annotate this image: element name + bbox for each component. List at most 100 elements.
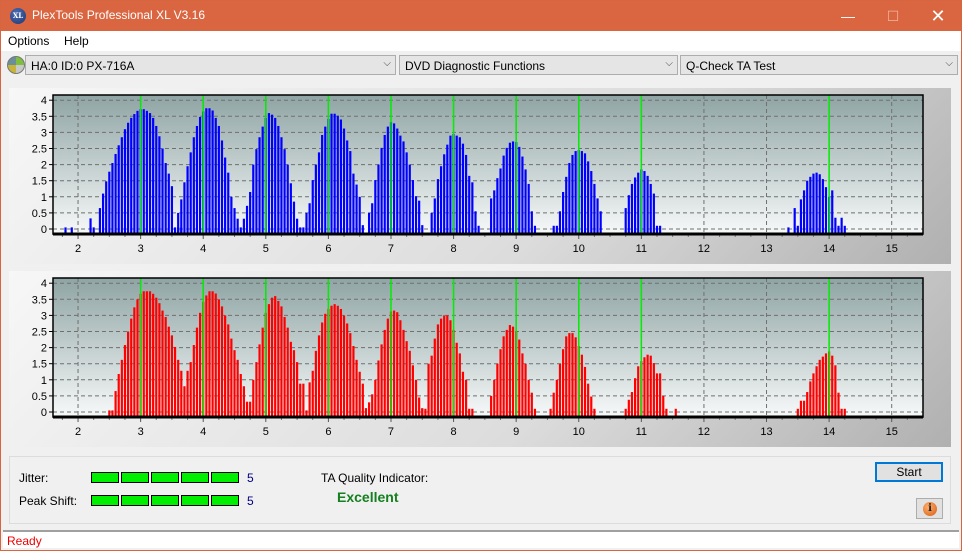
histogram-bar — [289, 341, 292, 417]
histogram-bar — [399, 320, 402, 417]
x-tick-label: 13 — [760, 426, 772, 438]
histogram-bar — [402, 329, 405, 417]
histogram-bar — [593, 183, 596, 234]
histogram-bar — [408, 350, 411, 417]
histogram-bar — [637, 366, 640, 417]
histogram-bar — [292, 350, 296, 417]
x-tick-label: 12 — [698, 243, 710, 255]
histogram-bar — [821, 356, 824, 417]
histogram-bar — [186, 166, 189, 234]
histogram-bar — [493, 190, 496, 234]
x-tick-label: 5 — [263, 426, 269, 438]
histogram-bar — [167, 326, 170, 417]
x-tick-label: 6 — [325, 426, 331, 438]
x-tick-label: 14 — [823, 243, 835, 255]
histogram-bar — [120, 137, 123, 234]
histogram-bar — [496, 178, 499, 234]
histogram-bar — [214, 117, 217, 234]
histogram-bar — [590, 396, 593, 417]
histogram-bar — [177, 359, 180, 417]
y-tick-label: 0.5 — [32, 208, 47, 220]
histogram-bar — [205, 295, 208, 417]
histogram-bar — [336, 305, 339, 417]
x-tick-label: 10 — [573, 243, 585, 255]
upper-chart-panel: 0 0.5 1 1.5 2 2.5 3 3.5 4 2 3 4 5 6 7 8 9 10 11 12 13 14 15 — [9, 88, 951, 264]
histogram-bar — [377, 164, 380, 234]
histogram-bar — [192, 345, 195, 417]
start-button[interactable]: Start — [875, 462, 943, 482]
histogram-bar — [455, 342, 458, 417]
histogram-bar — [164, 162, 167, 234]
histogram-bar — [236, 359, 239, 417]
histogram-bar — [405, 341, 408, 417]
histogram-bar — [427, 363, 430, 417]
histogram-bar — [449, 135, 452, 234]
histogram-bar — [449, 320, 452, 417]
title-bar[interactable]: XL PlexTools Professional XL V3.16 — ☐ ✕ — [1, 1, 961, 31]
jitter-meter-segment — [181, 472, 209, 483]
histogram-bar — [217, 125, 220, 234]
histogram-bar — [630, 183, 634, 234]
histogram-bar — [468, 175, 471, 234]
ta-quality-value: Excellent — [337, 489, 399, 505]
histogram-bar — [802, 400, 806, 417]
histogram-bar — [637, 172, 640, 234]
histogram-bar — [596, 198, 599, 234]
histogram-bar — [158, 136, 161, 234]
histogram-bar — [161, 148, 164, 234]
minimize-button[interactable]: — — [825, 1, 871, 31]
test-select[interactable]: Q-Check TA Test ⌵ — [680, 55, 958, 75]
histogram-bar — [208, 108, 211, 234]
histogram-bar — [824, 353, 828, 417]
menu-help[interactable]: Help — [64, 34, 89, 48]
histogram-bar — [562, 191, 565, 234]
histogram-bar — [633, 177, 637, 234]
histogram-bar — [552, 392, 555, 417]
histogram-bar — [383, 134, 386, 234]
histogram-bar — [342, 315, 346, 417]
histogram-bar — [161, 310, 164, 417]
histogram-bar — [443, 154, 446, 234]
histogram-bar — [283, 317, 286, 417]
histogram-bar — [302, 383, 305, 417]
drive-select[interactable]: HA:0 ID:0 PX-716A ⌵ — [25, 55, 396, 75]
histogram-bar — [355, 359, 358, 417]
histogram-bar — [255, 362, 258, 417]
histogram-bar — [571, 333, 574, 417]
histogram-bar — [98, 208, 102, 234]
y-tick-label: 4 — [41, 278, 47, 290]
histogram-bar — [499, 349, 502, 417]
x-tick-label: 4 — [200, 243, 206, 255]
histogram-bar — [324, 126, 327, 234]
y-tick-label: 1.5 — [32, 176, 47, 188]
histogram-bar — [230, 338, 233, 417]
function-select[interactable]: DVD Diagnostic Functions ⌵ — [399, 55, 678, 75]
histogram-bar — [815, 172, 818, 234]
histogram-bar — [239, 374, 242, 417]
y-tick-label: 0.5 — [32, 391, 47, 403]
info-button[interactable]: i — [916, 498, 943, 519]
jitter-label: Jitter: — [19, 471, 49, 485]
histogram-bar — [649, 355, 652, 417]
x-tick-label: 14 — [823, 426, 835, 438]
histogram-bar — [580, 354, 583, 417]
histogram-bar — [380, 147, 383, 234]
histogram-bar — [195, 125, 199, 234]
close-button[interactable]: ✕ — [915, 1, 961, 31]
x-tick-label: 10 — [573, 426, 585, 438]
histogram-bar — [101, 193, 105, 234]
x-tick-label: 5 — [263, 243, 269, 255]
histogram-bar — [374, 379, 377, 417]
menu-options[interactable]: Options — [8, 34, 49, 48]
histogram-bar — [408, 164, 411, 234]
histogram-bar — [568, 333, 571, 417]
maximize-button[interactable]: ☐ — [870, 1, 916, 31]
histogram-bar — [461, 143, 465, 234]
test-select-value: Q-Check TA Test — [686, 59, 776, 73]
x-tick-label: 2 — [75, 426, 81, 438]
histogram-bar — [249, 401, 252, 417]
histogram-bar — [418, 397, 421, 417]
histogram-bar — [511, 141, 515, 234]
y-tick-label: 1 — [41, 375, 47, 387]
histogram-bar — [120, 359, 123, 417]
